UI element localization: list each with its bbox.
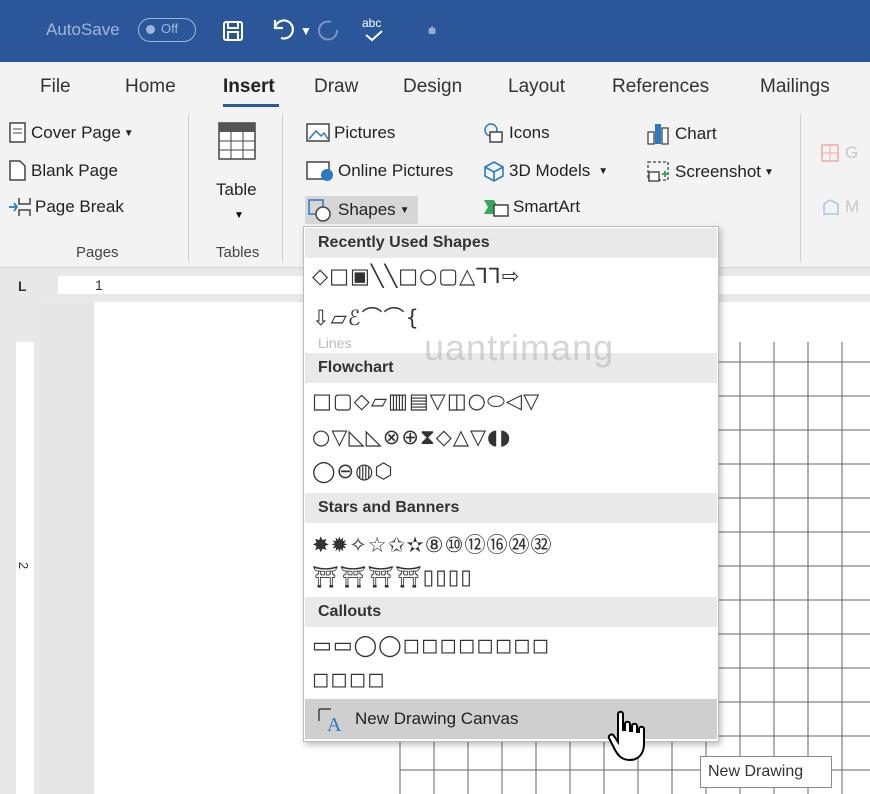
- my-addins-label: M: [845, 197, 860, 216]
- customize-qat-icon[interactable]: ⩧: [428, 22, 436, 39]
- shape-row[interactable]: ⛩⛩⛩⛩▯▯▯▯: [312, 565, 473, 590]
- chart-button[interactable]: Chart: [646, 122, 717, 146]
- shapes-label: Shapes: [338, 200, 396, 219]
- hand-cursor-icon: [607, 710, 645, 762]
- my-addins-button[interactable]: M: [820, 196, 859, 218]
- pictures-label: Pictures: [334, 123, 396, 142]
- cover-page-icon: [9, 122, 26, 143]
- section-recently-used: Recently Used Shapes: [305, 228, 717, 258]
- shape-row[interactable]: ▭▭◯◯◻◻◻◻◻◻◻◻: [312, 633, 550, 657]
- smartart-label: SmartArt: [513, 197, 581, 216]
- icons-button[interactable]: Icons: [482, 122, 550, 144]
- shape-row[interactable]: ◇□▣╲╲□○▢△⅂⅂⇨: [312, 264, 520, 288]
- chevron-down-icon: ▼: [234, 210, 244, 221]
- tooltip: New Drawing: [700, 756, 832, 788]
- chevron-down-icon: ▼: [399, 204, 410, 216]
- table-icon: [218, 122, 256, 160]
- section-stars-banners: Stars and Banners: [305, 493, 717, 523]
- pages-group-label: Pages: [76, 244, 119, 261]
- chart-label: Chart: [675, 124, 717, 143]
- drawing-canvas-icon: A: [318, 708, 342, 733]
- icons-label: Icons: [509, 123, 550, 142]
- cover-page-button[interactable]: Cover Page ▼: [8, 122, 134, 144]
- blank-page-label: Blank Page: [31, 161, 118, 180]
- shape-row[interactable]: ⇩▱ℰ⌒⌒{: [312, 302, 420, 332]
- tab-design[interactable]: Design: [403, 76, 462, 98]
- chevron-down-icon: ▼: [123, 127, 134, 139]
- active-tab-indicator: [223, 104, 279, 107]
- tab-draw[interactable]: Draw: [314, 76, 358, 98]
- pictures-button[interactable]: Pictures: [305, 122, 395, 144]
- title-bar: AutoSave Off ▼ abc ⩧: [0, 0, 870, 62]
- group-divider: [282, 114, 283, 262]
- spelling-icon[interactable]: abc: [360, 16, 390, 46]
- page-break-icon: [9, 198, 31, 216]
- 3d-models-button[interactable]: 3D Models ▼: [482, 160, 608, 182]
- online-pictures-label: Online Pictures: [338, 161, 454, 180]
- 3d-cube-icon: [484, 161, 504, 182]
- store-icon: [821, 144, 839, 162]
- smartart-icon: [484, 200, 509, 217]
- screenshot-icon: [647, 161, 669, 182]
- ruler-mark: 1: [95, 277, 103, 293]
- tab-layout[interactable]: Layout: [508, 76, 565, 98]
- shape-row[interactable]: ○▽◺◺⊗⊕⧗◇△▽◖◗: [312, 425, 511, 450]
- new-drawing-canvas-item[interactable]: A New Drawing Canvas: [305, 699, 717, 739]
- toggle-knob: [146, 25, 155, 34]
- group-divider: [800, 114, 801, 262]
- chevron-down-icon: ▼: [598, 165, 609, 177]
- screenshot-button[interactable]: Screenshot ▼: [646, 160, 774, 184]
- redo-icon: [318, 20, 339, 41]
- new-drawing-canvas-label: New Drawing Canvas: [355, 709, 519, 728]
- undo-icon[interactable]: [270, 16, 296, 42]
- blank-page-button[interactable]: Blank Page: [8, 160, 118, 182]
- watermark: uantrimang: [424, 327, 615, 368]
- page-break-button[interactable]: Page Break: [8, 196, 124, 218]
- cover-page-label: Cover Page: [31, 123, 121, 142]
- tab-insert[interactable]: Insert: [223, 76, 275, 98]
- tab-mailings[interactable]: Mailings: [760, 76, 830, 98]
- section-callouts: Callouts: [305, 597, 717, 627]
- shapes-dropdown: Recently Used Shapes ◇□▣╲╲□○▢△⅂⅂⇨ ⇩▱ℰ⌒⌒{…: [303, 226, 719, 742]
- undo-dropdown-icon[interactable]: ▼: [300, 24, 312, 38]
- icons-icon: [484, 123, 503, 143]
- tab-file[interactable]: File: [40, 76, 71, 98]
- screenshot-label: Screenshot: [675, 162, 761, 181]
- svg-text:A: A: [327, 714, 342, 733]
- blank-page-icon: [9, 160, 26, 181]
- shapes-button[interactable]: Shapes ▼: [305, 196, 418, 224]
- autosave-label: AutoSave: [46, 20, 120, 39]
- tables-group-label: Tables: [216, 244, 260, 261]
- vertical-ruler: 2: [0, 302, 40, 794]
- chevron-down-icon: ▼: [764, 166, 774, 178]
- autosave-toggle[interactable]: Off: [138, 18, 196, 42]
- ribbon-tabs: File Home Insert Draw Design Layout Refe…: [0, 62, 870, 108]
- ruler-mark: 2: [16, 561, 32, 570]
- addins-icon: [823, 199, 839, 215]
- save-icon[interactable]: [222, 20, 244, 42]
- online-pictures-icon: [306, 161, 333, 181]
- page-break-label: Page Break: [35, 197, 124, 216]
- smartart-button[interactable]: SmartArt: [482, 196, 580, 218]
- shape-row[interactable]: ✸✹✧☆✩✫⑧⑩⑫⑯㉔㉜: [312, 529, 552, 559]
- group-divider: [188, 114, 189, 262]
- pictures-icon: [306, 123, 330, 142]
- shape-row[interactable]: ◯⊖◍⬡: [312, 459, 394, 483]
- shapes-icon: [308, 199, 331, 222]
- spelling-text: abc: [362, 16, 382, 30]
- chart-icon: [647, 124, 669, 145]
- table-label: Table: [216, 180, 257, 199]
- get-addins-button[interactable]: G: [820, 142, 858, 164]
- section-lines: Lines: [318, 335, 352, 351]
- shape-row[interactable]: □▢◇▱▥▤▽◫○⬭◁▽: [312, 389, 540, 414]
- autosave-state: Off: [161, 21, 179, 36]
- get-addins-label: G: [845, 143, 859, 162]
- shape-row[interactable]: ◻◻◻◻: [312, 667, 386, 691]
- 3d-models-label: 3D Models: [509, 161, 591, 180]
- online-pictures-button[interactable]: Online Pictures: [305, 160, 453, 182]
- tab-references[interactable]: References: [612, 76, 709, 98]
- tab-home[interactable]: Home: [125, 76, 176, 98]
- table-button[interactable]: Table ▼: [208, 118, 264, 228]
- tab-selector[interactable]: L: [18, 278, 27, 294]
